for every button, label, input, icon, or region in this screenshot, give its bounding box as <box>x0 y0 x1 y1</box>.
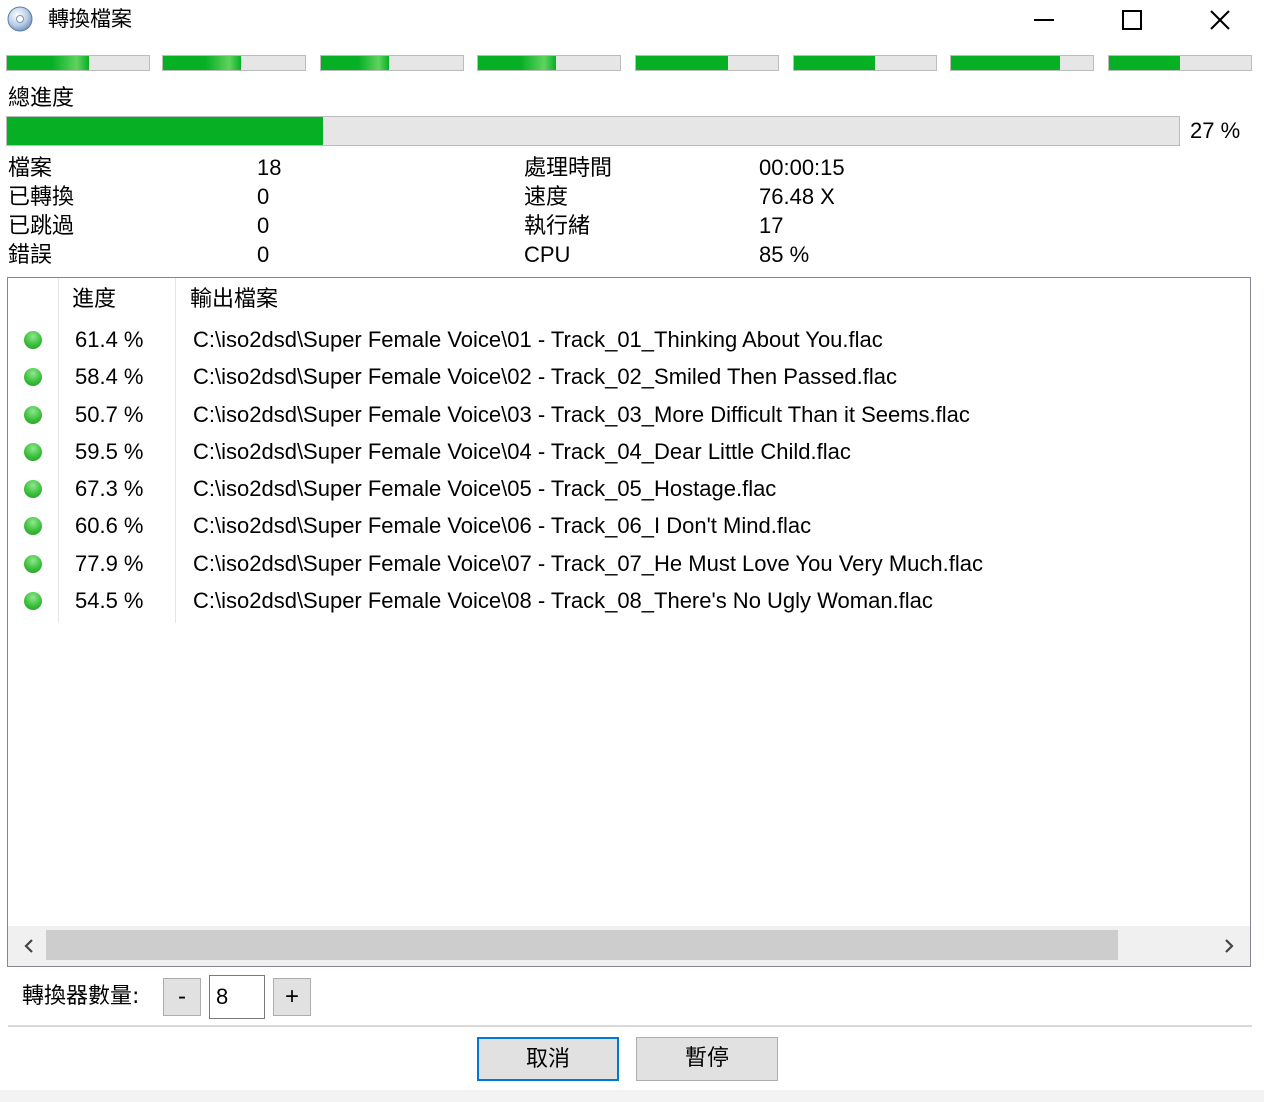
table-row[interactable]: 67.3 % C:\iso2dsd\Super Female Voice\05 -… <box>8 470 1250 507</box>
scrollbar-thumb[interactable] <box>46 930 1118 960</box>
overall-progress-fill <box>7 117 324 145</box>
row-output-path: C:\iso2dsd\Super Female Voice\04 - Track… <box>193 438 851 464</box>
converter-progress-bar <box>6 55 150 71</box>
row-progress: 67.3 % <box>75 476 144 502</box>
minimize-icon <box>1034 19 1054 21</box>
overall-progress-bar <box>6 116 1180 146</box>
stat-value-time: 00:00:15 <box>759 155 845 180</box>
close-button[interactable] <box>1176 0 1264 40</box>
converter-progress-bar <box>793 55 937 71</box>
overall-progress-percent: 27 % <box>1190 118 1241 143</box>
scroll-right-icon[interactable] <box>1218 934 1240 958</box>
status-dot-icon <box>24 331 42 349</box>
column-header-progress[interactable]: 進度 <box>72 283 116 317</box>
status-dot-icon <box>24 592 42 611</box>
row-progress: 77.9 % <box>75 550 144 576</box>
converter-progress-bar <box>635 55 779 71</box>
converter-progress-fill <box>636 56 729 70</box>
status-dot-icon <box>24 480 42 499</box>
row-progress: 59.5 % <box>75 438 144 464</box>
stat-label-time: 處理時間 <box>524 155 613 180</box>
stat-label-speed: 速度 <box>524 184 569 209</box>
row-output-path: C:\iso2dsd\Super Female Voice\07 - Track… <box>193 550 983 576</box>
stat-value-converted: 0 <box>257 184 270 209</box>
row-progress: 50.7 % <box>75 401 144 427</box>
converter-progress-fill <box>7 56 90 70</box>
row-output-path: C:\iso2dsd\Super Female Voice\02 - Track… <box>193 364 897 390</box>
status-dot-icon <box>24 517 42 536</box>
stat-label-cpu: CPU <box>524 242 571 267</box>
row-output-path: C:\iso2dsd\Super Female Voice\01 - Track… <box>193 327 883 352</box>
converter-count-label: 轉換器數量: <box>22 984 140 1009</box>
converter-progress-bar <box>477 55 621 71</box>
table-row[interactable]: 54.5 % C:\iso2dsd\Super Female Voice\08 -… <box>8 582 1250 619</box>
increase-converters-button[interactable]: + <box>273 978 311 1016</box>
converter-count-input[interactable] <box>209 975 265 1019</box>
stat-label-errors: 錯誤 <box>8 242 53 267</box>
overall-progress-label: 總進度 <box>8 86 75 111</box>
table-row[interactable]: 60.6 % C:\iso2dsd\Super Female Voice\06 -… <box>8 507 1250 544</box>
close-icon <box>1210 10 1230 30</box>
scroll-left-icon[interactable] <box>18 934 40 958</box>
stat-value-cpu: 85 % <box>759 242 810 267</box>
row-progress: 60.6 % <box>75 513 144 539</box>
list-rows: 61.4 % C:\iso2dsd\Super Female Voice\01 -… <box>8 321 1250 619</box>
decrease-converters-button[interactable]: - <box>163 978 201 1016</box>
row-progress: 54.5 % <box>75 588 144 614</box>
window-title: 轉換檔案 <box>48 7 132 31</box>
window-bottom-edge <box>0 1090 1264 1102</box>
table-row[interactable]: 58.4 % C:\iso2dsd\Super Female Voice\02 -… <box>8 358 1250 395</box>
status-dot-icon <box>24 442 42 461</box>
row-progress: 58.4 % <box>75 364 144 390</box>
status-dot-icon <box>24 554 42 573</box>
converter-progress-fill <box>794 56 875 70</box>
cancel-button[interactable]: 取消 <box>477 1037 619 1081</box>
row-output-path: C:\iso2dsd\Super Female Voice\05 - Track… <box>193 476 777 502</box>
table-row[interactable]: 61.4 % C:\iso2dsd\Super Female Voice\01 -… <box>8 321 1250 358</box>
stat-value-threads: 17 <box>759 213 784 238</box>
table-row[interactable]: 77.9 % C:\iso2dsd\Super Female Voice\07 -… <box>8 545 1250 582</box>
stat-value-speed: 76.48 X <box>759 184 835 209</box>
converter-progress-fill <box>163 56 242 70</box>
row-output-path: C:\iso2dsd\Super Female Voice\08 - Track… <box>193 588 933 614</box>
stat-label-converted: 已轉換 <box>8 184 75 209</box>
converter-progress-bar <box>162 55 306 71</box>
converter-progress-bars <box>6 55 1254 73</box>
divider <box>8 1025 1252 1027</box>
converter-progress-fill <box>951 56 1061 70</box>
table-row[interactable]: 50.7 % C:\iso2dsd\Super Female Voice\03 -… <box>8 396 1250 433</box>
stat-value-errors: 0 <box>257 242 270 267</box>
stat-label-threads: 執行緒 <box>524 213 591 238</box>
minimize-button[interactable] <box>1000 0 1088 40</box>
status-dot-icon <box>24 368 42 387</box>
converter-progress-bar <box>950 55 1094 71</box>
output-file-list[interactable]: 進度 輸出檔案 61.4 % C:\iso2dsd\Super Female Vo… <box>7 277 1251 967</box>
row-output-path: C:\iso2dsd\Super Female Voice\06 - Track… <box>193 513 812 539</box>
converter-progress-fill <box>1109 56 1180 70</box>
maximize-button[interactable] <box>1088 0 1176 40</box>
status-dot-icon <box>24 405 42 424</box>
title-bar: 轉換檔案 <box>0 0 1264 40</box>
maximize-icon <box>1122 10 1142 30</box>
stat-label-files: 檔案 <box>8 155 53 180</box>
disc-icon <box>7 6 33 32</box>
converter-progress-bar <box>320 55 464 71</box>
pause-button[interactable]: 暫停 <box>636 1037 778 1081</box>
table-row[interactable]: 59.5 % C:\iso2dsd\Super Female Voice\04 -… <box>8 433 1250 470</box>
converter-progress-bar <box>1108 55 1252 71</box>
stat-value-skipped: 0 <box>257 213 270 238</box>
horizontal-scrollbar[interactable] <box>8 926 1250 966</box>
row-output-path: C:\iso2dsd\Super Female Voice\03 - Track… <box>193 401 970 427</box>
column-header-output-file[interactable]: 輸出檔案 <box>190 283 278 317</box>
stat-label-skipped: 已跳過 <box>8 213 75 238</box>
stat-value-files: 18 <box>257 155 282 180</box>
converter-progress-fill <box>321 56 390 70</box>
converter-progress-fill <box>478 56 557 70</box>
row-progress: 61.4 % <box>75 327 144 352</box>
